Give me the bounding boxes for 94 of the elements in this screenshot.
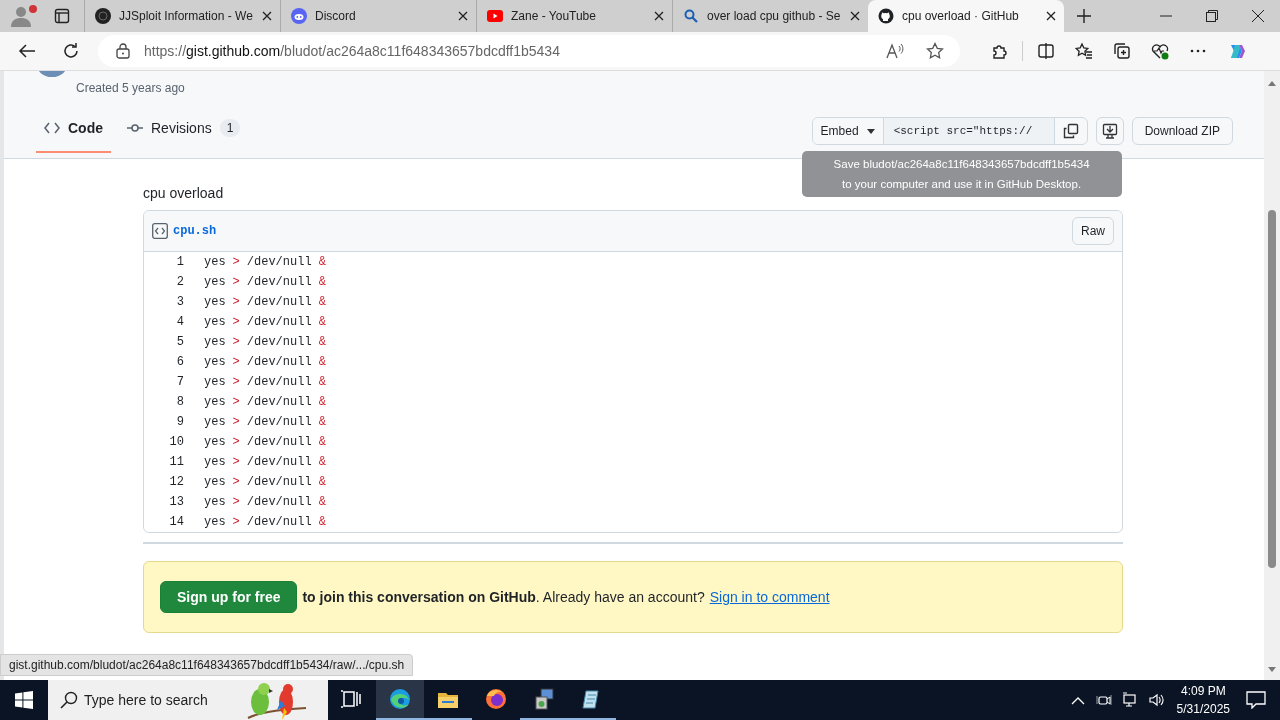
- star-icon[interactable]: [926, 42, 944, 60]
- code-line: yes > /dev/null &: [204, 415, 326, 429]
- line-number: 5: [175, 335, 185, 349]
- search-icon: [683, 8, 699, 24]
- code-line: yes > /dev/null &: [204, 255, 326, 269]
- back-icon[interactable]: [18, 43, 36, 59]
- caret-icon: [866, 128, 875, 134]
- scroll-down-icon[interactable]: [1268, 667, 1276, 672]
- read-aloud-icon[interactable]: [886, 43, 904, 59]
- code-line: yes > /dev/null &: [204, 475, 326, 489]
- raw-button[interactable]: Raw: [1072, 217, 1114, 245]
- task-view-icon: [341, 688, 363, 710]
- address-bar[interactable]: https://gist.github.com/bludot/ac264a8c11f648343657bdcdff1b5434: [98, 35, 960, 67]
- line-number: 8: [175, 395, 185, 409]
- line-number: 1: [175, 255, 185, 269]
- tab-actions-icon[interactable]: [54, 8, 70, 24]
- notifications-icon[interactable]: [1246, 691, 1266, 709]
- close-icon[interactable]: [262, 11, 272, 21]
- network-icon[interactable]: [1121, 692, 1138, 708]
- collections-icon[interactable]: [1113, 42, 1131, 60]
- line-number: 12: [168, 475, 185, 489]
- line-number: 14: [168, 515, 185, 529]
- close-icon[interactable]: [1046, 11, 1056, 21]
- close-icon[interactable]: [1252, 10, 1264, 22]
- code-line: yes > /dev/null &: [204, 375, 326, 389]
- line-number: 13: [168, 495, 185, 509]
- scrollbar-thumb[interactable]: [1268, 210, 1276, 568]
- favorites-icon[interactable]: [1075, 42, 1093, 60]
- line-number: 11: [168, 455, 185, 469]
- search-input[interactable]: Type here to search: [84, 692, 234, 708]
- installer-icon: [533, 688, 555, 710]
- code-line: yes > /dev/null &: [204, 515, 326, 529]
- created-date: Created 5 years ago: [76, 81, 186, 95]
- volume-icon[interactable]: [1147, 692, 1164, 708]
- lock-icon: [116, 43, 130, 59]
- new-tab-icon[interactable]: [1076, 8, 1092, 24]
- search-icon: [60, 691, 78, 709]
- line-number: 7: [175, 375, 185, 389]
- close-icon[interactable]: [850, 11, 860, 21]
- camera-icon[interactable]: [1095, 692, 1112, 708]
- code-line: yes > /dev/null &: [204, 395, 326, 409]
- download-zip-button[interactable]: Download ZIP: [1131, 117, 1233, 145]
- embed-code-field[interactable]: <script src="https://: [882, 118, 1055, 144]
- code-line: yes > /dev/null &: [204, 335, 326, 349]
- code-line: yes > /dev/null &: [204, 435, 326, 449]
- banner-text: to join this conversation on GitHub. Already have an account?: [302, 589, 705, 605]
- code-line: yes > /dev/null &: [204, 455, 326, 469]
- health-icon[interactable]: [1151, 42, 1169, 60]
- clock-date[interactable]: 5/31/2025: [1176, 700, 1230, 718]
- line-number: 6: [175, 355, 185, 369]
- status-url: gist.github.com/bludot/ac264a8c11f648343657bdcdff1b5434/raw/.../cpu.sh: [0, 654, 414, 676]
- sign-in-link[interactable]: Sign in to comment: [709, 589, 830, 605]
- code-line: yes > /dev/null &: [204, 275, 326, 289]
- line-number: 4: [175, 315, 185, 329]
- gist-description: cpu overload: [143, 185, 224, 201]
- octocat-icon: [878, 8, 894, 24]
- code-line: yes > /dev/null &: [204, 295, 326, 309]
- close-icon[interactable]: [458, 11, 468, 21]
- code-line: yes > /dev/null &: [204, 315, 326, 329]
- edge-icon: [389, 688, 411, 710]
- reload-icon[interactable]: [62, 42, 80, 60]
- count-badge: 1: [219, 119, 241, 137]
- browser-tab[interactable]: cpu overload · GitHub: [868, 0, 1064, 32]
- line-number: 9: [175, 415, 185, 429]
- line-number: 10: [168, 435, 185, 449]
- nav-tab[interactable]: Revisions 1: [119, 109, 249, 153]
- line-number: 3: [175, 295, 185, 309]
- firefox-icon: [485, 688, 507, 710]
- code-line: yes > /dev/null &: [204, 495, 326, 509]
- line-number: 2: [175, 275, 185, 289]
- extensions-icon[interactable]: [990, 42, 1008, 60]
- nav-tab[interactable]: Code: [36, 109, 111, 153]
- split-screen-icon[interactable]: [1037, 42, 1055, 60]
- chat-icon: [291, 8, 307, 24]
- desktop-download-button[interactable]: [1095, 117, 1124, 145]
- taskbar-app[interactable]: [376, 680, 424, 720]
- taskbar-search-bar[interactable]: Type here to search: [48, 680, 328, 720]
- profile-icon[interactable]: [8, 4, 38, 28]
- desktop-download-icon: [1101, 123, 1118, 139]
- code-file-icon: [152, 223, 168, 239]
- tooltip: Save bludot/ac264a8c11f648343657bdcdff1b5434 to your computer and use it in GitHub Desktop.: [801, 151, 1122, 197]
- copy-icon: [1062, 123, 1079, 139]
- sign-up-button[interactable]: Sign up for free: [160, 581, 298, 613]
- windows-icon: [15, 691, 33, 709]
- file-name-link[interactable]: cpu.sh: [173, 224, 217, 238]
- avatar-icon: [36, 71, 68, 77]
- url-text: https://gist.github.com/bludot/ac264a8c11f648343657bdcdff1b5434: [144, 43, 560, 59]
- restore-icon[interactable]: [1206, 10, 1218, 22]
- close-icon[interactable]: [654, 11, 664, 21]
- scroll-up-icon[interactable]: [1268, 81, 1276, 86]
- clock-time[interactable]: 4:09 PM: [1176, 682, 1230, 700]
- code-line: yes > /dev/null &: [204, 355, 326, 369]
- code-icon: [44, 120, 60, 136]
- play-icon: [487, 8, 503, 24]
